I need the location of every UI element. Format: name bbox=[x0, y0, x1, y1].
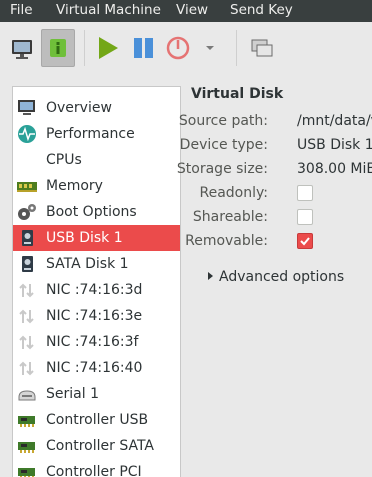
sidebar-item-label: Performance bbox=[46, 126, 135, 142]
monitor-icon bbox=[18, 100, 35, 115]
removable-label: Removable: bbox=[185, 233, 268, 249]
controller-icon bbox=[18, 442, 35, 453]
toolbar-separator bbox=[84, 30, 85, 66]
gears-icon bbox=[18, 204, 36, 220]
console-view-button[interactable] bbox=[8, 35, 36, 63]
sidebar-item-label: Controller PCI bbox=[46, 464, 142, 477]
sidebar-item-nic-2[interactable]: NIC :74:16:3e bbox=[13, 303, 180, 329]
hardware-list: Overview Performance CPUs Memory Boot Op… bbox=[12, 86, 181, 477]
device-type-value: USB Disk 1 bbox=[297, 137, 372, 153]
sidebar-item-label: Controller SATA bbox=[46, 438, 154, 454]
storage-size-value: 308.00 MiB bbox=[297, 161, 372, 177]
power-icon bbox=[166, 36, 190, 60]
shutdown-button[interactable] bbox=[164, 34, 192, 62]
sidebar-item-label: USB Disk 1 bbox=[46, 230, 123, 246]
play-icon bbox=[99, 37, 118, 59]
sidebar-item-label: Serial 1 bbox=[46, 386, 99, 402]
sidebar-item-label: CPUs bbox=[46, 152, 82, 168]
sidebar-item-cpus[interactable]: CPUs bbox=[13, 147, 180, 173]
sidebar-item-label: NIC :74:16:40 bbox=[46, 360, 143, 376]
details-view-button[interactable] bbox=[41, 29, 75, 67]
pulse-icon bbox=[18, 125, 36, 143]
sidebar-item-performance[interactable]: Performance bbox=[13, 121, 180, 147]
sidebar-item-label: NIC :74:16:3d bbox=[46, 282, 143, 298]
toolbar bbox=[0, 22, 372, 77]
sidebar-item-label: Boot Options bbox=[46, 204, 137, 220]
memory-icon bbox=[17, 182, 37, 192]
shareable-checkbox[interactable] bbox=[297, 209, 313, 225]
main-content: Overview Performance CPUs Memory Boot Op… bbox=[0, 78, 372, 477]
shareable-label: Shareable: bbox=[192, 209, 268, 225]
sidebar-item-boot-options[interactable]: Boot Options bbox=[13, 199, 180, 225]
expander-arrow-icon bbox=[208, 272, 213, 280]
pause-button[interactable] bbox=[130, 34, 158, 62]
serial-port-icon bbox=[18, 390, 36, 401]
menu-view[interactable]: View bbox=[176, 1, 208, 19]
section-title: Virtual Disk bbox=[191, 86, 284, 102]
storage-size-label: Storage size: bbox=[176, 161, 268, 177]
sidebar-item-serial-1[interactable]: Serial 1 bbox=[13, 381, 180, 407]
toolbar-separator bbox=[236, 30, 237, 66]
sidebar-item-memory[interactable]: Memory bbox=[13, 173, 180, 199]
usb-disk-icon bbox=[22, 230, 33, 246]
sidebar-item-label: SATA Disk 1 bbox=[46, 256, 129, 272]
sidebar-item-controller-usb[interactable]: Controller USB bbox=[13, 407, 180, 433]
sidebar-item-label: NIC :74:16:3f bbox=[46, 334, 139, 350]
removable-checkbox[interactable] bbox=[297, 233, 313, 249]
shutdown-menu-button[interactable] bbox=[202, 40, 218, 56]
cpu-icon bbox=[17, 151, 37, 169]
menu-send-key[interactable]: Send Key bbox=[230, 1, 293, 19]
sidebar-item-controller-pci[interactable]: Controller PCI bbox=[13, 459, 180, 477]
sidebar-item-nic-4[interactable]: NIC :74:16:40 bbox=[13, 355, 180, 381]
sata-disk-icon bbox=[22, 256, 33, 272]
device-type-label: Device type: bbox=[179, 137, 268, 153]
sidebar-item-controller-sata[interactable]: Controller SATA bbox=[13, 433, 180, 459]
monitor-icon bbox=[12, 40, 32, 59]
sidebar-item-label: Memory bbox=[46, 178, 103, 194]
menu-file[interactable]: File bbox=[10, 1, 33, 19]
sidebar-item-nic-3[interactable]: NIC :74:16:3f bbox=[13, 329, 180, 355]
sidebar-item-overview[interactable]: Overview bbox=[13, 95, 180, 121]
sidebar-item-usb-disk-1[interactable]: USB Disk 1 bbox=[13, 225, 180, 251]
network-arrows-icon bbox=[19, 361, 34, 376]
sidebar-item-sata-disk-1[interactable]: SATA Disk 1 bbox=[13, 251, 180, 277]
network-arrows-icon bbox=[19, 335, 34, 350]
readonly-label: Readonly: bbox=[199, 185, 269, 201]
source-path-value[interactable]: /mnt/data/v bbox=[297, 112, 372, 130]
checkmark-icon bbox=[300, 237, 310, 246]
advanced-options-label: Advanced options bbox=[219, 269, 345, 285]
network-arrows-icon bbox=[19, 309, 34, 324]
source-path-label: Source path: bbox=[178, 113, 268, 129]
controller-icon bbox=[18, 468, 35, 477]
pause-icon bbox=[134, 38, 153, 58]
chevron-down-icon bbox=[206, 46, 214, 50]
sidebar-item-label: Controller USB bbox=[46, 412, 149, 428]
run-button[interactable] bbox=[94, 34, 122, 62]
sidebar-item-nic-1[interactable]: NIC :74:16:3d bbox=[13, 277, 180, 303]
advanced-options-expander[interactable]: Advanced options bbox=[208, 268, 344, 286]
menu-bar: File Virtual Machine View Send Key bbox=[0, 0, 372, 22]
details-pane: Virtual Disk Source path: /mnt/data/v De… bbox=[176, 78, 372, 476]
snapshots-icon bbox=[251, 39, 273, 57]
sidebar-item-label: NIC :74:16:3e bbox=[46, 308, 143, 324]
network-arrows-icon bbox=[19, 283, 34, 298]
controller-icon bbox=[18, 416, 35, 427]
sidebar-item-label: Overview bbox=[46, 100, 112, 116]
info-icon bbox=[50, 39, 66, 57]
snapshots-button[interactable] bbox=[248, 34, 276, 62]
menu-virtual-machine[interactable]: Virtual Machine bbox=[56, 1, 161, 19]
readonly-checkbox[interactable] bbox=[297, 185, 313, 201]
